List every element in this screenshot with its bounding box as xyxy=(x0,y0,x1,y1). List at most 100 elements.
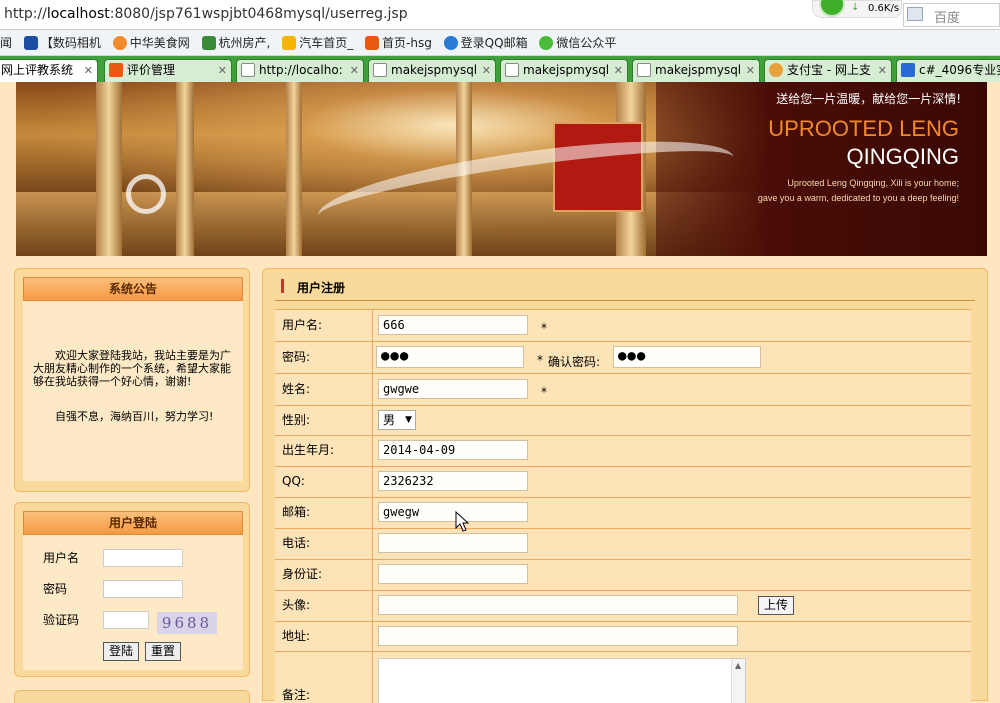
password-input[interactable]: ●●● xyxy=(376,346,524,368)
bookmark-item[interactable]: 【数码相机 xyxy=(23,30,101,55)
close-icon[interactable]: ✕ xyxy=(84,60,93,81)
field-label: 身份证: xyxy=(275,560,373,590)
login-password-input[interactable] xyxy=(103,580,183,598)
dropdown-arrow-icon: ▼ xyxy=(405,415,412,425)
close-icon[interactable]: ✕ xyxy=(614,60,623,81)
scrollbar[interactable]: ▲ xyxy=(731,659,745,703)
form-row-address: 地址: xyxy=(275,621,971,651)
bookmark-icon xyxy=(201,36,216,50)
address-bar[interactable]: http://localhost:8080/jsp761wspjbt0468my… xyxy=(0,0,1000,30)
form-row-password: 密码: ●●● * 确认密码: ●●● xyxy=(275,341,971,373)
bookmark-item[interactable]: 闻 xyxy=(0,30,12,55)
name-input[interactable]: gwgwe xyxy=(378,379,528,399)
qq-input[interactable]: 2326232 xyxy=(378,471,528,491)
bookmark-icon xyxy=(539,36,554,50)
close-icon[interactable]: ✕ xyxy=(218,60,227,81)
banner-subtitle-line2: gave you a warm, dedicated to you a deep… xyxy=(757,193,959,203)
notice-title: 系统公告 xyxy=(23,277,243,301)
form-row-name: 姓名: gwgwe * xyxy=(275,373,971,405)
field-label: 备注: xyxy=(275,652,373,703)
tab-item[interactable]: makejspmysql ✕ xyxy=(632,59,760,82)
field-label: 头像: xyxy=(275,591,373,621)
login-button[interactable]: 登陆 xyxy=(103,642,139,661)
banner-pillar xyxy=(286,82,302,256)
bookmark-item[interactable]: 微信公众平 xyxy=(539,30,616,55)
close-icon[interactable]: ✕ xyxy=(878,60,887,81)
upload-button[interactable]: 上传 xyxy=(758,596,794,615)
reset-button[interactable]: 重置 xyxy=(145,642,181,661)
remark-textarea[interactable]: ▲ xyxy=(378,658,746,703)
email-input[interactable]: gwegw xyxy=(378,502,528,522)
tab-item[interactable]: http://localho: ✕ xyxy=(236,59,364,82)
form-row-phone: 电话: xyxy=(275,528,971,559)
banner-pillar xyxy=(96,82,122,256)
registration-panel: 用户注册 用户名: 666 * 密码: ●●● * 确认密码: ●●● 姓名: … xyxy=(262,268,988,703)
notice-body: 欢迎大家登陆我站，我站主要是为广大朋友精心制作的一个系统，希望大家能够在我站获得… xyxy=(23,301,243,481)
birthdate-input[interactable]: 2014-04-09 xyxy=(378,440,528,460)
field-label: 性别: xyxy=(275,406,373,435)
form-row-remark: 备注: ▲ xyxy=(275,651,971,703)
bookmark-icon xyxy=(23,36,38,50)
banner-ring-logo xyxy=(126,174,166,214)
tab-item[interactable]: 评价管理 ✕ xyxy=(104,59,232,82)
site-banner: 送给您一片温暖，献给您一片深情! UPROOTED LENG QINGQING … xyxy=(16,82,987,256)
gender-select[interactable]: 男 ▼ xyxy=(378,410,416,430)
notice-paragraph: 自强不息，海纳百川，努力学习! xyxy=(55,410,214,423)
banner-subtitle-line1: Uprooted Leng Qingqing, Xili is your hom… xyxy=(787,178,959,188)
close-icon[interactable]: ✕ xyxy=(482,60,491,81)
field-label: 地址: xyxy=(275,622,373,651)
address-input[interactable] xyxy=(378,626,738,646)
tab-item[interactable]: makejspmysql ✕ xyxy=(500,59,628,82)
bookmark-icon xyxy=(365,36,380,50)
scroll-up-icon[interactable]: ▲ xyxy=(735,661,741,670)
registration-title: 用户注册 xyxy=(297,281,346,295)
field-label: 电话: xyxy=(275,529,373,559)
close-icon[interactable]: ✕ xyxy=(746,60,755,81)
tab-item[interactable]: c#_4096专业实 xyxy=(896,59,1000,82)
tab-item[interactable]: 网上评教系统 ✕ xyxy=(0,59,98,82)
bookmark-item[interactable]: 杭州房产, xyxy=(201,30,270,55)
id-card-input[interactable] xyxy=(378,564,528,584)
close-icon[interactable]: ✕ xyxy=(350,60,359,81)
confirm-password-input[interactable]: ●●● xyxy=(613,346,761,368)
search-placeholder: 百度 xyxy=(934,11,961,26)
bookmark-icon xyxy=(443,36,458,50)
login-username-input[interactable] xyxy=(103,549,183,567)
search-box[interactable]: 百度 xyxy=(903,3,1000,27)
phone-input[interactable] xyxy=(378,533,528,553)
avatar-input[interactable] xyxy=(378,595,738,615)
banner-title-line1: UPROOTED LENG xyxy=(768,116,959,141)
required-star: * xyxy=(537,353,543,367)
registration-header: 用户注册 xyxy=(275,275,975,301)
confirm-password-label: 确认密码: xyxy=(548,355,601,369)
download-arrow-icon: ↓ xyxy=(851,2,860,13)
bookmark-item[interactable]: 登录QQ邮箱 xyxy=(443,30,528,55)
bookmark-item[interactable]: 中华美食网 xyxy=(112,30,190,55)
network-speed: 0.6K/s xyxy=(868,3,900,14)
tab-favicon-icon xyxy=(109,63,123,77)
form-row-email: 邮箱: gwegw xyxy=(275,497,971,528)
banner-title-line2: QINGQING xyxy=(846,144,959,169)
header-accent-bar xyxy=(281,279,284,293)
captcha-image[interactable]: 9688 xyxy=(157,612,217,634)
field-label: 密码: xyxy=(275,342,373,373)
form-row-username: 用户名: 666 * xyxy=(275,309,971,341)
page-icon xyxy=(637,63,651,77)
search-engine-icon[interactable] xyxy=(907,7,923,21)
bookmark-item[interactable]: 汽车首页_ xyxy=(282,30,353,55)
tab-item[interactable]: makejspmysql ✕ xyxy=(368,59,496,82)
tab-item[interactable]: 支付宝 - 网上支 ✕ xyxy=(764,59,892,82)
bookmark-item[interactable]: 首页-hsg xyxy=(365,30,432,55)
speed-ball-icon xyxy=(819,0,845,17)
username-label: 用户名 xyxy=(43,551,80,565)
field-label: 姓名: xyxy=(275,374,373,405)
username-input[interactable]: 666 xyxy=(378,315,528,335)
url-text[interactable]: http://localhost:8080/jsp761wspjbt0468my… xyxy=(4,6,408,22)
captcha-label: 验证码 xyxy=(43,613,80,627)
form-row-avatar: 头像: 上传 xyxy=(275,590,971,621)
login-body: 用户名 密码 验证码 9688 登陆 重置 xyxy=(23,535,243,670)
page-icon xyxy=(373,63,387,77)
captcha-input[interactable] xyxy=(103,611,149,629)
notice-paragraph: 欢迎大家登陆我站，我站主要是为广大朋友精心制作的一个系统，希望大家能够在我站获得… xyxy=(33,349,231,388)
page-icon xyxy=(241,63,255,77)
